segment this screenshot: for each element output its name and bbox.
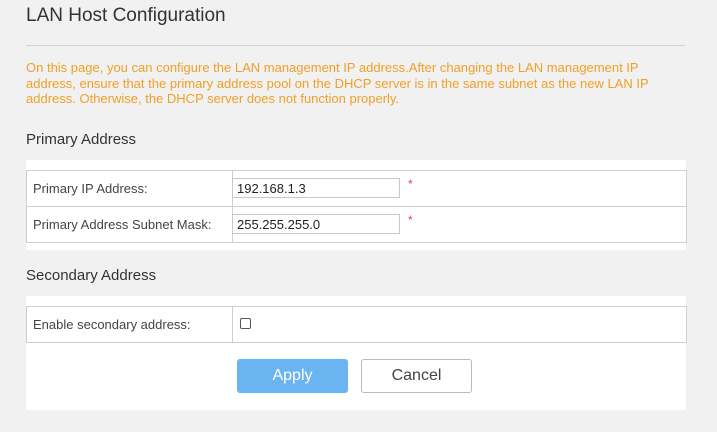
- enable-secondary-label: Enable secondary address:: [27, 307, 233, 342]
- primary-mask-row: Primary Address Subnet Mask: *: [27, 206, 686, 242]
- required-marker: *: [408, 213, 413, 227]
- apply-button[interactable]: Apply: [237, 359, 348, 393]
- page-notice: On this page, you can configure the LAN …: [26, 60, 649, 106]
- required-marker: *: [408, 177, 413, 191]
- enable-secondary-row: Enable secondary address:: [27, 307, 686, 342]
- enable-secondary-checkbox[interactable]: [240, 318, 251, 329]
- primary-ip-row: Primary IP Address: *: [27, 171, 686, 206]
- cancel-button[interactable]: Cancel: [361, 359, 472, 393]
- secondary-address-table: Enable secondary address:: [26, 306, 687, 343]
- primary-address-table: Primary IP Address: * Primary Address Su…: [26, 170, 687, 243]
- secondary-address-heading: Secondary Address: [26, 267, 157, 284]
- primary-ip-input[interactable]: [232, 178, 400, 198]
- title-divider: [26, 45, 685, 46]
- primary-ip-label: Primary IP Address:: [27, 171, 233, 206]
- page-title: LAN Host Configuration: [26, 5, 226, 26]
- primary-mask-input[interactable]: [232, 214, 400, 234]
- primary-mask-label: Primary Address Subnet Mask:: [27, 207, 233, 242]
- primary-address-heading: Primary Address: [26, 131, 137, 148]
